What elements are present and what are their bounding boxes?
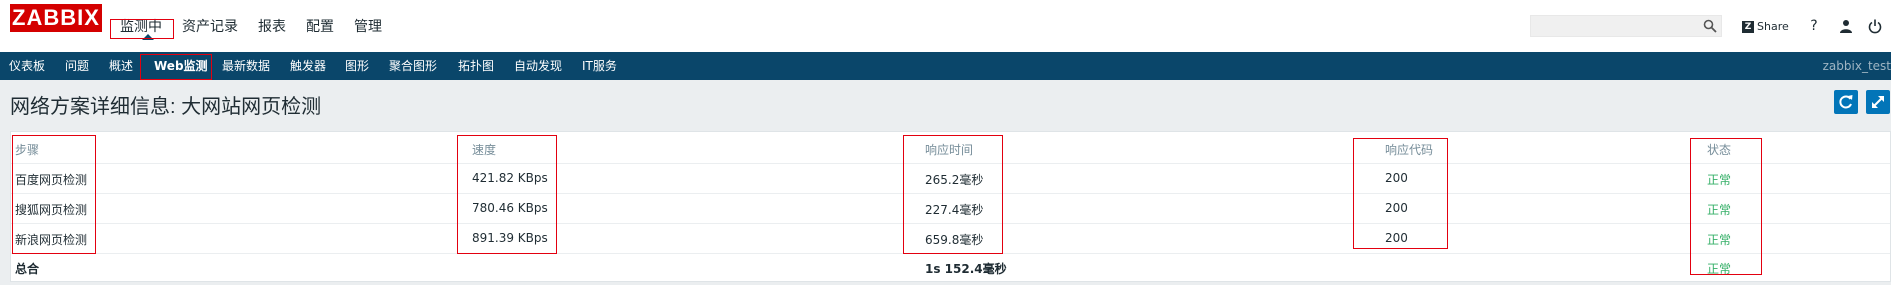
column-header-step: 步骤: [15, 143, 40, 157]
row-divider: [11, 223, 1890, 224]
subnav-it-services[interactable]: IT服务: [582, 52, 617, 80]
share-icon: Z: [1742, 20, 1754, 33]
subnav-dashboard[interactable]: 仪表板: [9, 52, 45, 80]
step-speed: 780.46 KBps: [472, 201, 548, 215]
fullscreen-button[interactable]: [1866, 90, 1890, 114]
help-icon[interactable]: ?: [1806, 18, 1822, 34]
main-menu: 监测中 资产记录 报表 配置 管理: [110, 0, 392, 52]
row-divider: [11, 163, 1890, 164]
step-speed: 891.39 KBps: [472, 231, 548, 245]
share-label: Share: [1757, 20, 1789, 33]
total-response-time: 1s 152.4毫秒: [925, 262, 1007, 276]
fullscreen-icon: [1872, 96, 1884, 108]
subnav-triggers[interactable]: 触发器: [290, 52, 326, 80]
zabbix-logo[interactable]: ZABBIX: [10, 4, 102, 32]
step-name: 搜狐网页检测: [15, 203, 88, 217]
step-response-code: 200: [1385, 201, 1408, 215]
share-button[interactable]: Z Share: [1742, 20, 1789, 33]
subnav-web-monitoring[interactable]: Web监测: [154, 52, 208, 80]
step-response-time: 659.8毫秒: [925, 233, 984, 247]
subnav-screens[interactable]: 聚合图形: [389, 52, 437, 80]
step-speed: 421.82 KBps: [472, 171, 548, 185]
power-icon[interactable]: [1867, 18, 1883, 34]
step-status: 正常: [1707, 233, 1732, 247]
step-status: 正常: [1707, 203, 1732, 217]
sub-navigation: 仪表板 问题 概述 Web监测 最新数据 触发器 图形 聚合图形 拓扑图 自动发…: [0, 52, 1891, 80]
row-divider: [11, 253, 1890, 254]
subnav-maps[interactable]: 拓扑图: [458, 52, 494, 80]
step-response-code: 200: [1385, 231, 1408, 245]
step-response-time: 265.2毫秒: [925, 173, 984, 187]
page-title: 网络方案详细信息: 大网站网页检测: [10, 96, 322, 118]
step-status: 正常: [1707, 173, 1732, 187]
column-header-speed: 速度: [472, 143, 497, 157]
page-header: 网络方案详细信息: 大网站网页检测: [0, 80, 1891, 126]
search-input[interactable]: [1530, 15, 1722, 37]
subnav-overview[interactable]: 概述: [109, 52, 133, 80]
refresh-button[interactable]: [1834, 90, 1858, 114]
main-menu-configuration[interactable]: 配置: [296, 18, 344, 36]
column-header-response-code: 响应代码: [1385, 143, 1434, 157]
top-bar: ZABBIX 监测中 资产记录 报表 配置 管理 Z Share ?: [0, 0, 1891, 52]
subnav-discovery[interactable]: 自动发现: [514, 52, 562, 80]
total-status: 正常: [1707, 262, 1732, 276]
subnav-graphs[interactable]: 图形: [345, 52, 369, 80]
subnav-latest-data[interactable]: 最新数据: [222, 52, 270, 80]
total-label: 总合: [15, 262, 40, 276]
main-menu-reports[interactable]: 报表: [248, 18, 296, 36]
subnav-problems[interactable]: 问题: [65, 52, 89, 80]
step-name: 百度网页检测: [15, 173, 88, 187]
main-menu-monitoring[interactable]: 监测中: [110, 18, 172, 36]
user-icon[interactable]: [1838, 18, 1854, 34]
main-menu-administration[interactable]: 管理: [344, 18, 392, 36]
current-user: zabbix_test: [1822, 59, 1891, 73]
column-header-response-time: 响应时间: [925, 143, 974, 157]
search-icon[interactable]: [1703, 19, 1717, 33]
step-response-code: 200: [1385, 171, 1408, 185]
row-divider: [11, 193, 1890, 194]
column-header-status: 状态: [1707, 143, 1732, 157]
step-name: 新浪网页检测: [15, 233, 88, 247]
main-menu-inventory[interactable]: 资产记录: [172, 18, 248, 36]
refresh-icon: [1839, 95, 1853, 109]
step-response-time: 227.4毫秒: [925, 203, 984, 217]
active-menu-indicator: [142, 34, 154, 40]
